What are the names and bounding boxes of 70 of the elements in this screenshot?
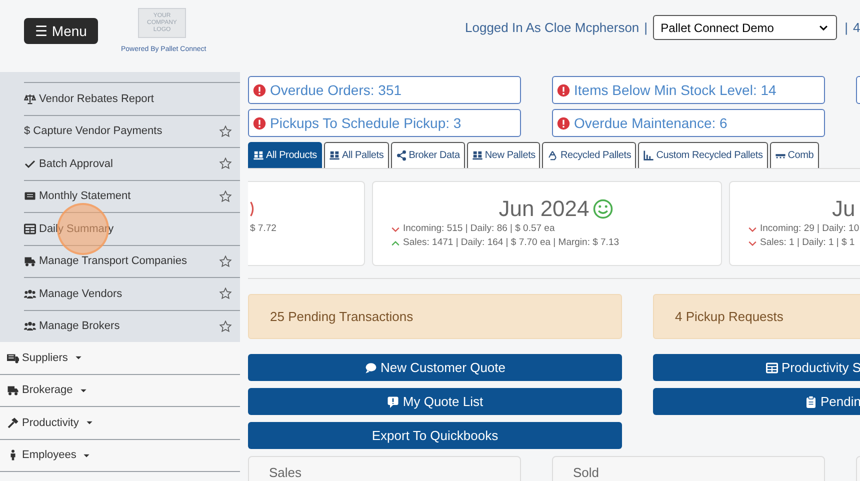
submenu-item[interactable]: Monthly Statement: [24, 180, 240, 212]
truck-icon: [7, 384, 19, 396]
sidebar-item[interactable]: Brokerage: [0, 374, 240, 407]
action-button[interactable]: New Customer Quote: [248, 354, 622, 381]
notice-banner[interactable]: 4 Pickup Requests: [653, 294, 860, 339]
truck-icon: [7, 352, 19, 364]
table-icon: [24, 222, 36, 235]
card-title: Sales: [269, 465, 302, 480]
alert-icon: [253, 84, 266, 96]
pallets-icon: [328, 150, 340, 161]
bar-chart-icon: [643, 150, 654, 161]
pallets-icon: [253, 150, 264, 161]
tab[interactable]: Comb: [770, 142, 819, 168]
smiley-icon: [593, 199, 614, 219]
stats-title: Ju: [832, 198, 856, 220]
alert-box[interactable]: Overdue Orders: 351: [248, 76, 521, 104]
sidebar-item[interactable]: Employees: [0, 440, 240, 472]
tab[interactable]: Broker Data: [390, 142, 465, 168]
stats-text: Incoming: 29 | Daily: 10: [760, 222, 860, 236]
tab[interactable]: All Products: [248, 142, 322, 168]
star-icon: [219, 124, 232, 138]
action-button[interactable]: Export To Quickbooks: [248, 422, 622, 449]
company-select[interactable]: Pallet Connect Demo: [652, 15, 837, 40]
alert-icon: [253, 116, 266, 130]
document-icon: [24, 190, 36, 202]
stats-text: Incoming: 515 | Daily: 86 | $ 0.57 ea: [403, 222, 555, 236]
alert-box[interactable]: Pickups To Schedule Pickup: 3: [248, 109, 521, 137]
stats-text: Sales: 1 | Daily: 1 | $ 1: [760, 236, 855, 250]
alert-box[interactable]: Overdue Maintenance: 6: [552, 109, 825, 137]
stats-text: Sales: 1471 | Daily: 164 | $ 7.70 ea | Margin: $ 7.13: [403, 236, 620, 250]
action-button[interactable]: Productivity S: [653, 354, 860, 381]
stats-text: $ 7.72: [250, 222, 276, 236]
speech-bubble-icon: [364, 362, 376, 374]
submenu-item[interactable]: Manage Transport Companies: [24, 244, 240, 277]
alert-icon: [557, 84, 570, 96]
separator-text: |: [644, 18, 648, 37]
action-button[interactable]: My Quote List: [248, 388, 622, 415]
truck-icon: [24, 255, 36, 268]
stats-title: Jun 2024: [498, 198, 590, 220]
alert-box[interactable]: Items Below Min Stock Level: 14: [552, 76, 825, 104]
check-icon: [24, 158, 36, 170]
star-icon: [219, 157, 232, 170]
chevron-up-icon: [391, 238, 400, 248]
table-icon: [766, 362, 778, 374]
tab[interactable]: New Pallets: [466, 142, 540, 168]
card-title: Sold: [573, 465, 600, 480]
logged-in-text: Logged In As Cloe Mcpherson: [465, 18, 640, 37]
tab[interactable]: Recycled Pallets: [542, 142, 636, 168]
share-icon: [396, 150, 407, 161]
menu-button[interactable]: ☰ Menu: [24, 18, 98, 44]
separator-text: |: [844, 18, 848, 37]
chevron-down-icon: [391, 224, 400, 234]
hammer-icon: [7, 416, 19, 429]
alert-icon: [557, 116, 570, 130]
star-icon: [219, 190, 232, 203]
notice-banner[interactable]: 25 Pending Transactions: [248, 294, 622, 339]
star-icon: [219, 287, 232, 300]
arc-icon: [250, 199, 254, 219]
speech-bubble-icon: [386, 396, 399, 408]
action-button[interactable]: Pendin: [653, 388, 860, 415]
pallets-icon: [472, 150, 483, 161]
clipboard-icon: [804, 396, 817, 408]
people-icon: [24, 288, 36, 300]
scale-icon: [24, 92, 36, 105]
star-icon: [219, 320, 232, 333]
people-icon: [24, 320, 36, 332]
star-icon: [219, 254, 232, 268]
tab[interactable]: Custom Recycled Pallets: [638, 142, 768, 168]
cut-text: 4: [852, 18, 860, 37]
tab[interactable]: All Pallets: [324, 142, 389, 168]
